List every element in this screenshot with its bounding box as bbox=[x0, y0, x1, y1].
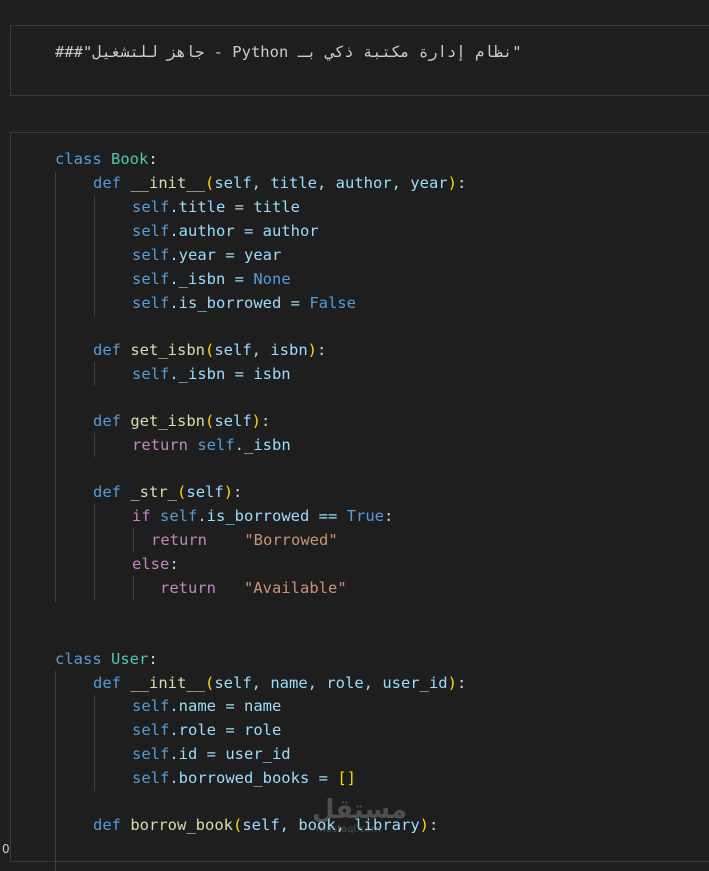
indent-guide bbox=[94, 362, 95, 386]
markdown-heading: ###"جاهز للتشغيل - Python نظام إدارة مكت… bbox=[55, 43, 522, 61]
code-line: self.id = user_id bbox=[132, 745, 291, 763]
code-line: class Book: bbox=[55, 150, 158, 168]
watermark-latin: mostaql.com bbox=[316, 824, 381, 835]
markdown-cell[interactable]: ###"جاهز للتشغيل - Python نظام إدارة مكت… bbox=[10, 25, 709, 96]
indent-guide bbox=[94, 695, 95, 791]
indent-guide bbox=[94, 504, 95, 600]
indent-guide bbox=[133, 576, 134, 600]
indent-guide bbox=[94, 433, 95, 457]
indent-guide bbox=[94, 196, 95, 316]
code-line: self._isbn = isbn bbox=[132, 365, 291, 383]
code-line: return "Borrowed" bbox=[151, 531, 338, 549]
watermark-logo: مستقل mostaql.com bbox=[312, 796, 407, 835]
indent-guide bbox=[55, 671, 56, 871]
code-line: self.year = year bbox=[132, 246, 282, 264]
code-line: else: bbox=[132, 555, 179, 573]
code-line: def __init__(self, name, role, user_id): bbox=[93, 674, 467, 692]
indent-guide bbox=[55, 172, 56, 602]
indent-guide bbox=[133, 528, 134, 552]
code-line: def _str_(self): bbox=[93, 483, 243, 501]
code-line: if self.is_borrowed == True: bbox=[132, 507, 394, 525]
code-line: self.borrowed_books = [] bbox=[132, 769, 356, 787]
code-line: self.author = author bbox=[132, 222, 319, 240]
code-cell[interactable]: class Book: def __init__(self, title, au… bbox=[10, 132, 709, 871]
code-line: self.role = role bbox=[132, 721, 282, 739]
code-line: return self._isbn bbox=[132, 436, 291, 454]
code-line: class User: bbox=[55, 650, 158, 668]
code-line: def get_isbn(self): bbox=[93, 412, 271, 430]
code-line: self.is_borrowed = False bbox=[132, 294, 356, 312]
code-line: self.title = title bbox=[132, 198, 300, 216]
code-line: def __init__(self, title, author, year): bbox=[93, 174, 467, 192]
watermark-arabic: مستقل bbox=[312, 795, 408, 825]
code-line: def set_isbn(self, isbn): bbox=[93, 341, 327, 359]
code-line: return "Available" bbox=[160, 579, 347, 597]
code-line: self.name = name bbox=[132, 697, 282, 715]
code-line: self._isbn = None bbox=[132, 270, 291, 288]
